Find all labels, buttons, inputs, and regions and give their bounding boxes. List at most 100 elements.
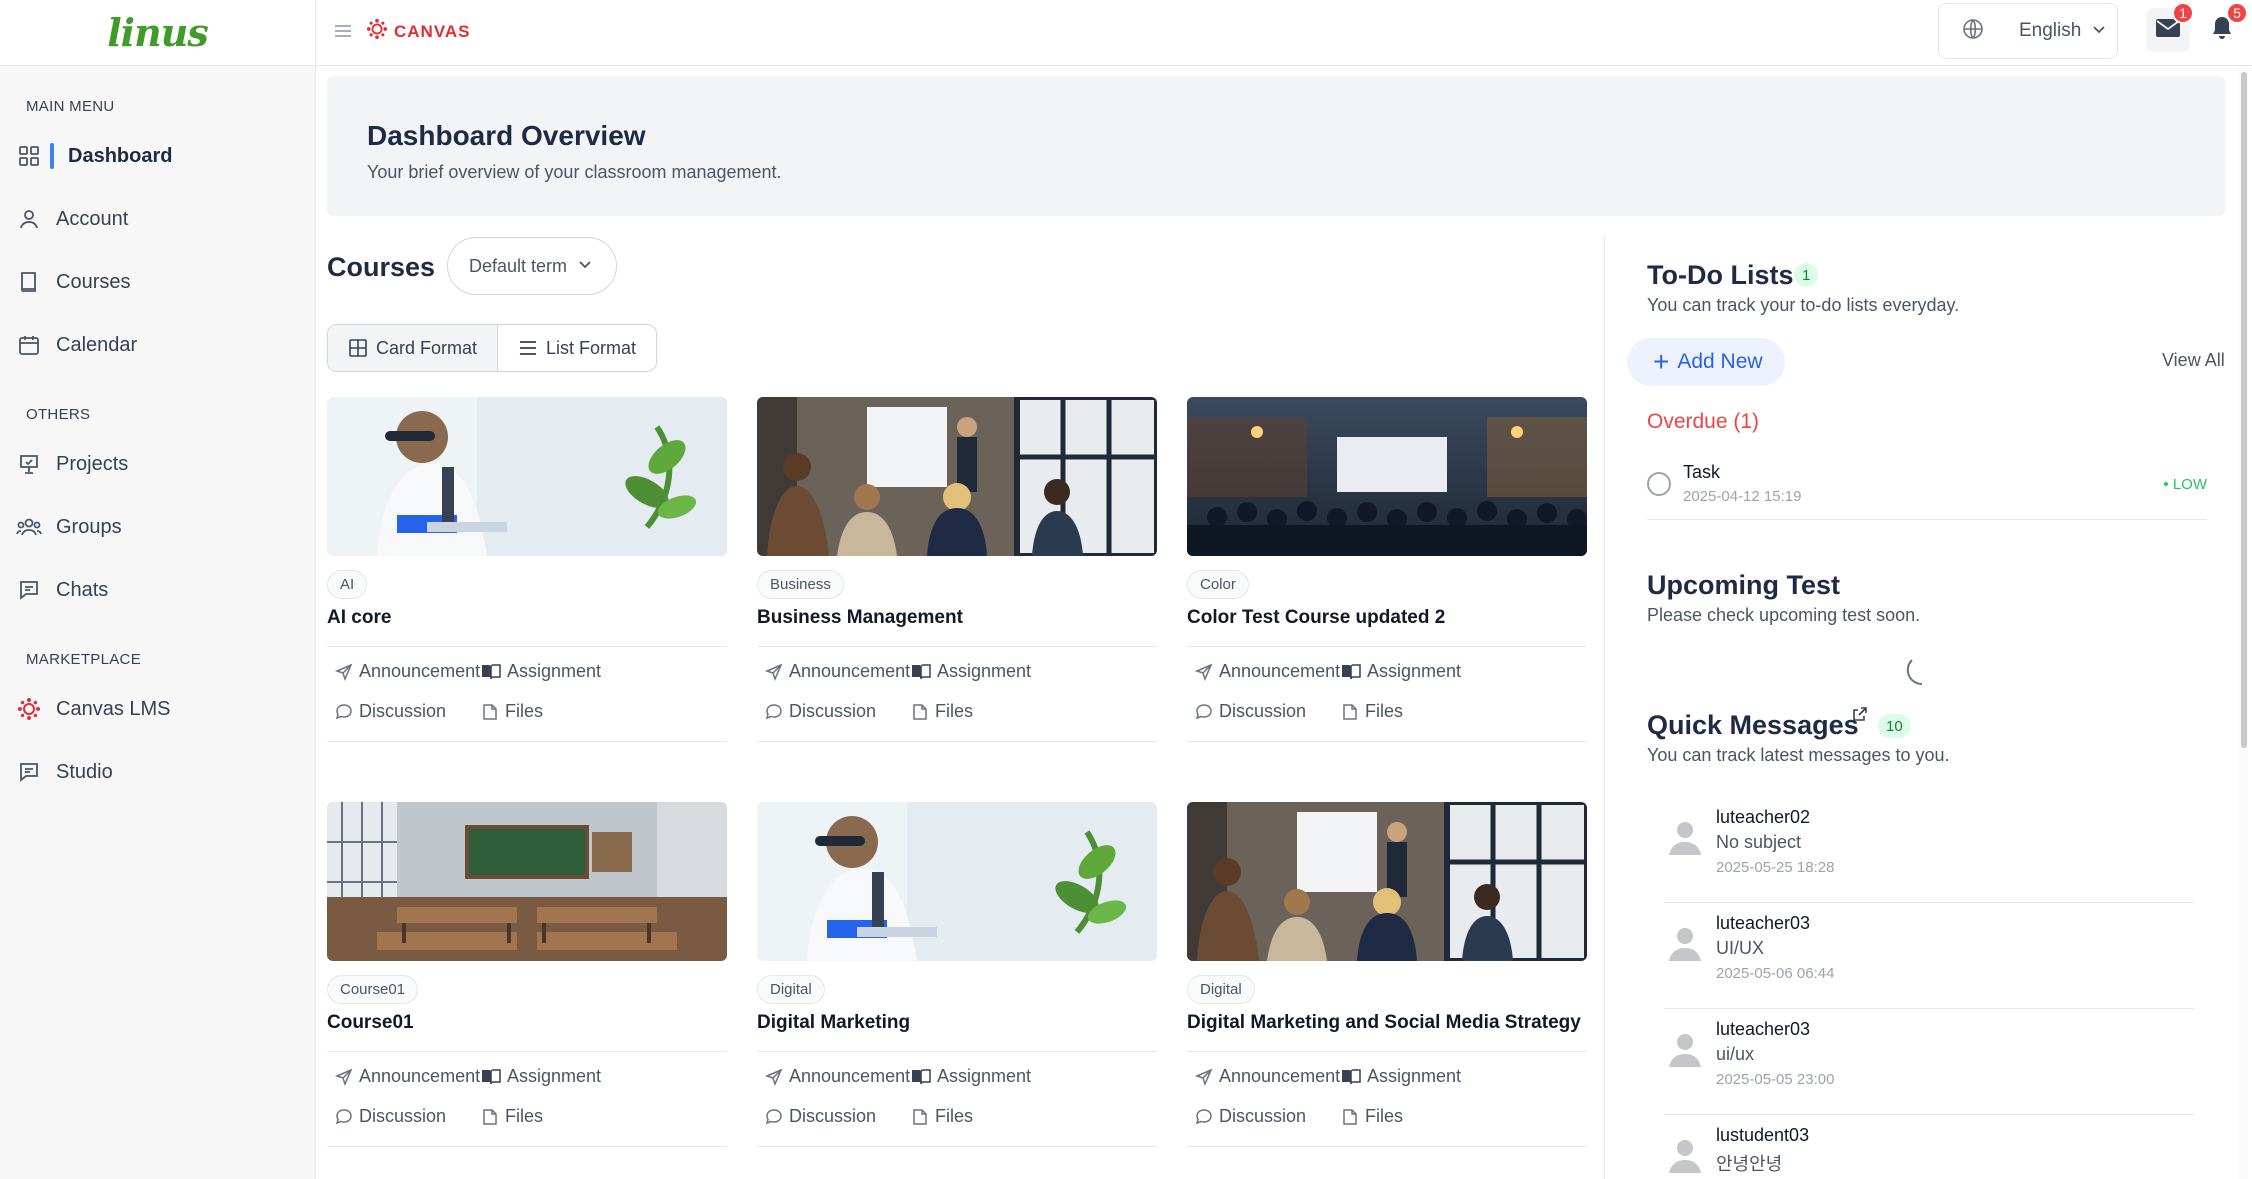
file-icon	[913, 703, 927, 720]
assignment-link[interactable]: Assignment	[481, 661, 601, 682]
files-link[interactable]: Files	[911, 701, 973, 722]
add-todo-button[interactable]: + Add New	[1627, 338, 1785, 386]
course-tag: Business	[757, 570, 844, 599]
task-date: 2025-04-12 15:19	[1683, 488, 1802, 505]
sidebar-item-projects[interactable]: Projects	[16, 442, 300, 486]
page-scrollbar-thumb[interactable]	[2241, 72, 2247, 748]
assignment-link[interactable]: Assignment	[911, 661, 1031, 682]
sidebar-item-label: Studio	[56, 760, 113, 783]
sidebar-item-chats[interactable]: Chats	[16, 568, 300, 612]
open-book-icon	[482, 1068, 501, 1084]
todo-subtitle: You can track your to-do lists everyday.	[1647, 295, 1960, 315]
sidebar-item-groups[interactable]: Groups	[16, 505, 300, 549]
course-card[interactable]: Digital Digital Marketing Announcement A…	[757, 802, 1157, 1147]
mail-badge: 1	[2172, 2, 2194, 24]
course-name[interactable]: Digital Marketing and Social Media Strat…	[1187, 1012, 1587, 1040]
files-link[interactable]: Files	[1341, 701, 1403, 722]
course-name[interactable]: Color Test Course updated 2	[1187, 607, 1587, 635]
course-image[interactable]	[1187, 397, 1587, 556]
course-image[interactable]	[327, 397, 727, 556]
files-link[interactable]: Files	[911, 1106, 973, 1127]
canvas-brand[interactable]: CANVAS	[366, 18, 471, 45]
course-tag: Color	[1187, 570, 1249, 599]
discussion-link[interactable]: Discussion	[335, 701, 446, 722]
messages-button[interactable]: 1	[2146, 2, 2194, 52]
quick-messages-title[interactable]: Quick Messages	[1647, 710, 1859, 741]
message-sender: luteacher02	[1716, 807, 1811, 827]
discussion-link[interactable]: Discussion	[765, 1106, 876, 1127]
announcement-link[interactable]: Announcement	[335, 1066, 480, 1087]
discussion-link[interactable]: Discussion	[1195, 701, 1306, 722]
message-icon	[1195, 703, 1212, 719]
assignment-link[interactable]: Assignment	[911, 1066, 1031, 1087]
sidebar-item-label: Dashboard	[68, 144, 173, 167]
course-name[interactable]: Course01	[327, 1012, 727, 1040]
course-image[interactable]	[327, 802, 727, 961]
users-icon	[16, 514, 42, 540]
assignment-link[interactable]: Assignment	[1341, 661, 1461, 682]
files-label: Files	[505, 1106, 544, 1126]
sidebar-item-dashboard[interactable]: Dashboard	[16, 134, 300, 178]
discussion-label: Discussion	[789, 701, 877, 721]
assignment-link[interactable]: Assignment	[481, 1066, 601, 1087]
course-image[interactable]	[1187, 802, 1587, 961]
task-checkbox[interactable]	[1647, 472, 1671, 496]
message-subject: UI/UX	[1716, 938, 1765, 958]
discussion-link[interactable]: Discussion	[765, 701, 876, 722]
course-name[interactable]: Business Management	[757, 607, 1157, 635]
sidebar-item-studio[interactable]: Studio	[16, 750, 300, 794]
announcement-link[interactable]: Announcement	[765, 1066, 910, 1087]
course-card[interactable]: AI AI core Announcement Assignment Discu…	[327, 397, 727, 742]
announcement-link[interactable]: Announcement	[765, 661, 910, 682]
card-format-button[interactable]: Card Format	[328, 325, 498, 371]
course-image[interactable]	[757, 397, 1157, 556]
course-card[interactable]: Digital Digital Marketing and Social Med…	[1187, 802, 1587, 1147]
view-all-link[interactable]: View All	[2162, 350, 2225, 371]
dashboard-banner: Dashboard Overview Your brief overview o…	[327, 76, 2225, 216]
discussion-label: Discussion	[359, 701, 447, 721]
sidebar-item-calendar[interactable]: Calendar	[16, 323, 300, 367]
course-name[interactable]: Digital Marketing	[757, 1012, 1157, 1040]
todo-item[interactable]: Task 2025-04-12 15:19 • LOW	[1647, 458, 2207, 520]
files-link[interactable]: Files	[481, 1106, 543, 1127]
hamburger-menu-icon[interactable]	[332, 20, 354, 42]
language-select[interactable]: English	[1938, 3, 2118, 59]
sidebar-item-courses[interactable]: Courses	[16, 260, 300, 304]
announcement-link[interactable]: Announcement	[1195, 661, 1340, 682]
message-subject: ui/ux	[1716, 1044, 1755, 1064]
files-link[interactable]: Files	[1341, 1106, 1403, 1127]
column-divider	[1604, 236, 1605, 1179]
discussion-link[interactable]: Discussion	[1195, 1106, 1306, 1127]
message-subject: 안녕안녕	[1716, 1154, 1783, 1174]
assignment-label: Assignment	[507, 661, 602, 681]
notifications-button[interactable]: 5	[2200, 2, 2248, 52]
todo-count-badge: 1	[1794, 263, 1819, 287]
course-links: Announcement Assignment Discussion Files	[1187, 646, 1587, 742]
message-item[interactable]: luteacher02 No subject 2025-05-25 18:28	[1664, 797, 2194, 903]
announcement-link[interactable]: Announcement	[335, 661, 480, 682]
assignment-label: Assignment	[937, 1066, 1032, 1086]
course-card[interactable]: Course01 Course01 Announcement Assignmen…	[327, 802, 727, 1147]
loading-spinner-icon	[1904, 652, 1940, 688]
term-dropdown[interactable]: Default term	[447, 237, 617, 295]
external-link-icon[interactable]	[1852, 706, 1868, 727]
message-item[interactable]: luteacher03 ui/ux 2025-05-05 23:00	[1664, 1009, 2194, 1115]
announcement-link[interactable]: Announcement	[1195, 1066, 1340, 1087]
list-format-button[interactable]: List Format	[497, 325, 656, 371]
course-image[interactable]	[757, 802, 1157, 961]
course-card[interactable]: Business Business Management Announcemen…	[757, 397, 1157, 742]
announcement-label: Announcement	[359, 1066, 481, 1086]
course-card[interactable]: Color Color Test Course updated 2 Announ…	[1187, 397, 1587, 742]
linus-logo[interactable]: linus	[107, 10, 209, 55]
discussion-link[interactable]: Discussion	[335, 1106, 446, 1127]
sidebar-item-label: Projects	[56, 452, 129, 475]
message-item[interactable]: luteacher03 UI/UX 2025-05-06 06:44	[1664, 903, 2194, 1009]
course-name[interactable]: AI core	[327, 607, 727, 635]
sidebar-item-canvas-lms[interactable]: Canvas LMS	[16, 687, 300, 731]
message-item[interactable]: lustudent03 안녕안녕 2025-05-05 22:00	[1664, 1115, 2194, 1179]
assignment-label: Assignment	[507, 1066, 602, 1086]
assignment-link[interactable]: Assignment	[1341, 1066, 1461, 1087]
sidebar-item-account[interactable]: Account	[16, 197, 300, 241]
files-link[interactable]: Files	[481, 701, 543, 722]
files-label: Files	[1365, 701, 1404, 721]
